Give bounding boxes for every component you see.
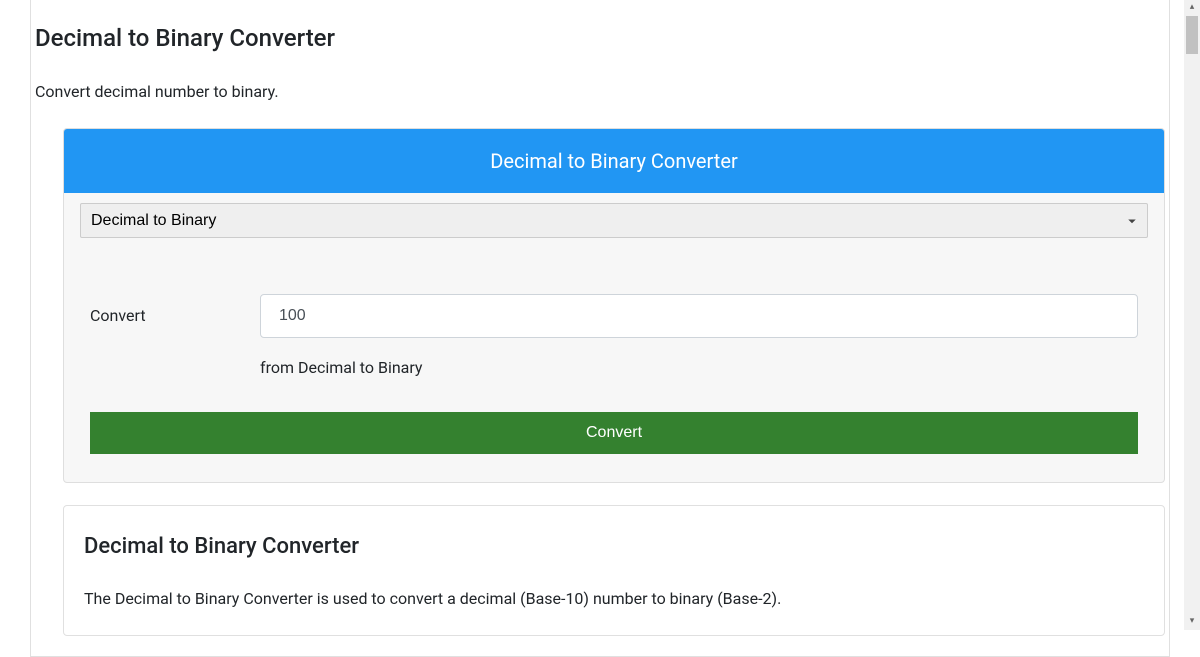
info-card: Decimal to Binary Converter The Decimal … [63, 505, 1165, 636]
input-column: from Decimal to Binary [260, 294, 1138, 380]
converter-header: Decimal to Binary Converter [64, 129, 1164, 193]
scroll-up-arrow[interactable]: ▴ [1184, 0, 1200, 16]
info-text: The Decimal to Binary Converter is used … [84, 587, 1144, 611]
page-subtitle: Convert decimal number to binary. [35, 80, 1169, 104]
form-row: Convert from Decimal to Binary [80, 294, 1148, 380]
convert-button[interactable]: Convert [90, 412, 1138, 454]
helper-text: from Decimal to Binary [260, 356, 1138, 380]
info-title: Decimal to Binary Converter [84, 530, 1144, 563]
scrollbar-track[interactable]: ▴ ▾ [1184, 0, 1200, 630]
page-title: Decimal to Binary Converter [35, 20, 1169, 56]
converter-panel: Decimal to Binary Converter Decimal to B… [63, 128, 1165, 483]
convert-label: Convert [90, 294, 260, 328]
decimal-input[interactable] [260, 294, 1138, 338]
conversion-type-select[interactable]: Decimal to Binary [80, 203, 1148, 238]
scrollbar-thumb[interactable] [1186, 16, 1198, 54]
converter-body: Decimal to Binary Convert from Decimal t… [64, 193, 1164, 482]
scroll-down-arrow[interactable]: ▾ [1184, 614, 1200, 630]
